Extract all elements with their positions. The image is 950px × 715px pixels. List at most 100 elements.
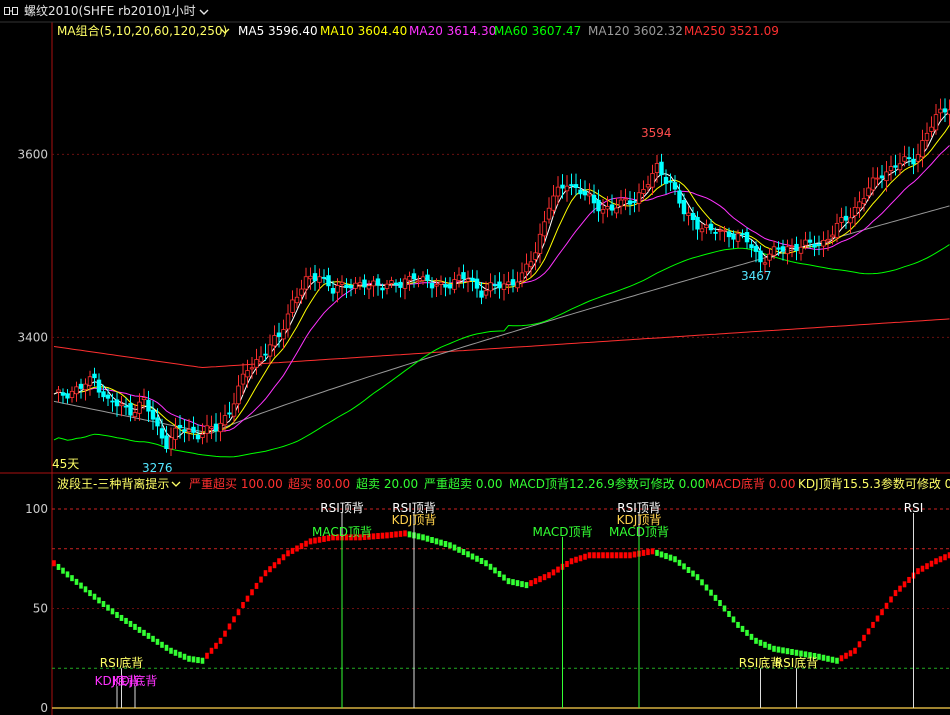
candle-body [195, 434, 201, 440]
oscillator-bar [848, 650, 853, 657]
oscillator-bar [187, 655, 191, 662]
candle-body [425, 274, 430, 281]
oscillator-bar [700, 579, 704, 586]
candle-body [708, 223, 714, 231]
candle-body [677, 190, 682, 204]
candle-body [744, 232, 750, 243]
candle-body [110, 400, 115, 403]
oscillator-bar [736, 621, 740, 628]
candle-body [614, 207, 619, 214]
oscillator-bar [763, 641, 767, 648]
ma-legend-item: MA10 3604.40 [320, 24, 407, 38]
oscillator-bar [907, 576, 911, 583]
candle-body [807, 239, 813, 243]
indicator-tick-label: 100 [25, 502, 48, 516]
candle-body [150, 409, 156, 420]
chart-area[interactable]: 3600 3400 MA组合(5,10,20,60,120,250) MA5 3596… [0, 0, 950, 715]
candle-body [560, 184, 565, 189]
oscillator-bar [299, 543, 304, 550]
period-selector[interactable]: 1小时 [164, 0, 209, 22]
oscillator-bar [263, 570, 268, 577]
oscillator-bar [218, 637, 223, 644]
ma-legend-item: MA120 3602.32 [588, 24, 683, 38]
oscillator-bar [101, 601, 106, 608]
ma-legend-item: MA60 3607.47 [494, 24, 581, 38]
candle-body [753, 245, 759, 252]
period-label: 1小时 [164, 4, 196, 18]
oscillator-bar [641, 549, 646, 556]
candle-body [344, 284, 349, 289]
candle-body [132, 412, 138, 418]
candle-body [65, 393, 70, 399]
oscillator-bar [461, 549, 466, 556]
oscillator-bar [934, 558, 938, 565]
candle-body [438, 281, 444, 285]
candle-body [830, 234, 835, 238]
oscillator-bar [898, 585, 902, 592]
candle-body [515, 281, 520, 289]
candle-body [285, 313, 291, 330]
oscillator-bar [835, 657, 839, 664]
oscillator-bar [119, 614, 124, 621]
candle-body [654, 163, 660, 173]
candle-body [60, 392, 66, 396]
window-icon[interactable] [4, 7, 18, 15]
candle-body [330, 287, 336, 294]
candle-body [699, 228, 705, 233]
indicator-legend-item: 超买 80.00 [288, 476, 350, 491]
candle-body [69, 390, 75, 398]
oscillator-bar [790, 648, 794, 655]
oscillator-bar [916, 568, 920, 575]
candle-body [573, 184, 579, 188]
candle-body [87, 376, 93, 386]
candle-body [92, 373, 97, 379]
candle-body [555, 186, 561, 197]
oscillator-bar [938, 556, 943, 563]
ma-legend-item: MA5 3596.40 [238, 24, 318, 38]
oscillator-bar [767, 643, 772, 650]
candle-body [470, 277, 475, 281]
oscillator-bar [632, 551, 637, 558]
candle-body [186, 429, 192, 433]
oscillator-bar [74, 578, 79, 585]
candle-body [776, 247, 781, 250]
candle-body [591, 194, 597, 204]
candle-body [794, 243, 799, 251]
candle-body [173, 427, 178, 440]
oscillator-bar [857, 641, 862, 648]
candle-body [762, 262, 768, 265]
candle-body [897, 163, 903, 171]
oscillator-bar [439, 539, 443, 546]
oscillator-bar [889, 596, 893, 603]
indicator-selector[interactable]: 波段王-三种背离提示 [57, 476, 169, 491]
candle-body [375, 278, 381, 286]
oscillator-bar [128, 620, 133, 627]
candle-body [632, 201, 637, 203]
oscillator-bar [596, 552, 601, 559]
candle-body [668, 180, 673, 183]
candle-body [312, 273, 318, 282]
oscillator-bar [92, 593, 97, 600]
oscillator-bar [308, 538, 313, 545]
oscillator-bar [925, 563, 929, 570]
candle-body [740, 233, 745, 236]
oscillator-bar [772, 645, 776, 652]
oscillator-bar [677, 559, 682, 566]
candle-body [56, 389, 61, 393]
candle-body [690, 212, 696, 221]
candle-body [317, 276, 322, 283]
candle-body [474, 278, 480, 289]
ma-group-selector[interactable]: MA组合(5,10,20,60,120,250) [57, 23, 227, 38]
candle-body [722, 229, 727, 232]
candle-body [911, 158, 916, 165]
ma5-line [53, 111, 950, 439]
candle-body [816, 244, 822, 246]
oscillator-bar [115, 611, 119, 618]
candle-body [213, 423, 219, 432]
candle-body [902, 156, 907, 162]
candle-body [609, 204, 615, 211]
candle-body [501, 283, 507, 290]
candle-body [906, 157, 912, 160]
candle-body [479, 290, 484, 298]
candle-body [497, 281, 502, 289]
